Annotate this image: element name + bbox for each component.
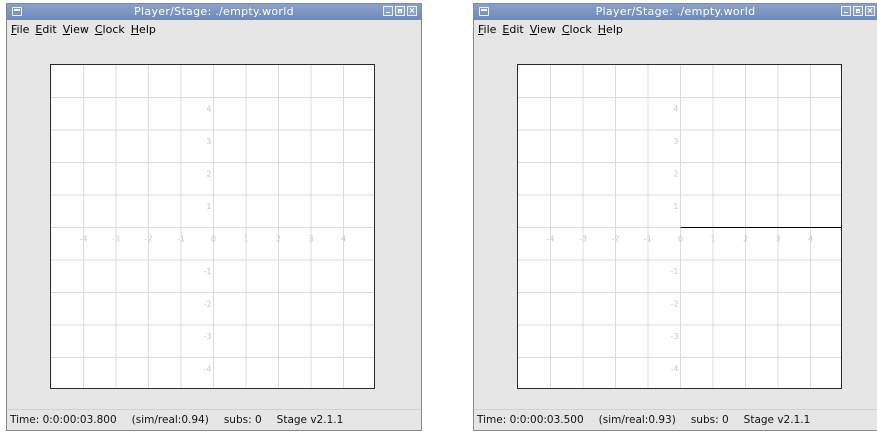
menu-help-mnemonic: H bbox=[130, 22, 140, 36]
menu-edit-label: dit bbox=[42, 22, 57, 36]
menu-edit-label: dit bbox=[509, 22, 524, 36]
title-bar[interactable]: Player/Stage: ./empty.world bbox=[7, 4, 421, 20]
y-tick-label: 2 bbox=[206, 170, 211, 179]
window-title: Player/Stage: ./empty.world bbox=[134, 5, 294, 18]
world-grid[interactable]: -4 -3 -2 -1 0 1 2 3 4 4 3 2 1 -1 -2 -3 -4 bbox=[518, 65, 842, 389]
x-tick-label: -1 bbox=[644, 235, 652, 244]
menu-bar: File Edit View Clock Help bbox=[474, 20, 877, 38]
world-canvas[interactable]: -4 -3 -2 -1 0 1 2 3 4 4 3 2 1 -1 -2 -3 -4 bbox=[50, 64, 375, 389]
status-bar: Time: 0:0:00:03.800 (sim/real:0.94) subs… bbox=[7, 409, 421, 430]
minimize-icon[interactable] bbox=[383, 6, 393, 16]
y-tick-label: -1 bbox=[204, 267, 212, 276]
x-tick-label: -3 bbox=[579, 235, 587, 244]
menu-help[interactable]: Help bbox=[131, 23, 156, 36]
status-version: Stage v2.1.1 bbox=[743, 414, 811, 426]
x-tick-label: 3 bbox=[308, 235, 313, 244]
maximize-icon[interactable] bbox=[853, 6, 863, 16]
menu-file-label: ile bbox=[16, 22, 30, 36]
x-tick-label: 3 bbox=[775, 235, 780, 244]
menu-view-mnemonic: V bbox=[529, 22, 538, 36]
x-tick-label: 1 bbox=[710, 235, 715, 244]
world-grid[interactable]: -4 -3 -2 -1 0 1 2 3 4 4 3 2 1 -1 -2 -3 -4 bbox=[51, 65, 375, 389]
menu-edit[interactable]: Edit bbox=[35, 23, 56, 36]
x-tick-label: -2 bbox=[145, 235, 153, 244]
x-tick-label: 4 bbox=[341, 235, 346, 244]
status-sim-real: (sim/real:0.93) bbox=[598, 414, 676, 426]
menu-view-label: iew bbox=[70, 22, 89, 36]
status-sim-real: (sim/real:0.94) bbox=[131, 414, 209, 426]
y-tick-label: -3 bbox=[671, 332, 679, 341]
menu-clock-label: lock bbox=[102, 22, 125, 36]
x-tick-label: -4 bbox=[547, 235, 555, 244]
x-tick-label: -1 bbox=[177, 235, 185, 244]
status-time: Time: 0:0:00:03.500 bbox=[477, 414, 584, 426]
x-tick-label: 0 bbox=[678, 235, 683, 244]
menu-help[interactable]: Help bbox=[598, 23, 623, 36]
status-subs: subs: 0 bbox=[223, 414, 262, 426]
menu-file[interactable]: File bbox=[11, 23, 29, 36]
menu-view-mnemonic: V bbox=[62, 22, 71, 36]
x-tick-label: 2 bbox=[276, 235, 281, 244]
y-tick-label: -4 bbox=[204, 365, 212, 374]
close-icon[interactable] bbox=[865, 6, 875, 16]
menu-edit[interactable]: Edit bbox=[502, 23, 523, 36]
y-tick-label: -3 bbox=[204, 332, 212, 341]
minimize-icon[interactable] bbox=[841, 6, 851, 16]
x-tick-label: -2 bbox=[612, 235, 620, 244]
menu-clock[interactable]: Clock bbox=[95, 23, 125, 36]
x-tick-label: 2 bbox=[743, 235, 748, 244]
status-subs: subs: 0 bbox=[690, 414, 729, 426]
y-tick-label: -2 bbox=[204, 300, 212, 309]
x-tick-label: -3 bbox=[112, 235, 120, 244]
menu-clock-mnemonic: C bbox=[94, 22, 103, 36]
x-tick-label: 4 bbox=[808, 235, 813, 244]
menu-view[interactable]: View bbox=[63, 23, 89, 36]
menu-clock[interactable]: Clock bbox=[562, 23, 592, 36]
stage-window-right: Player/Stage: ./empty.world File Edit Vi… bbox=[473, 3, 877, 431]
menu-help-mnemonic: H bbox=[597, 22, 607, 36]
status-version: Stage v2.1.1 bbox=[276, 414, 344, 426]
y-tick-label: 4 bbox=[673, 105, 678, 114]
status-bar: Time: 0:0:00:03.500 (sim/real:0.93) subs… bbox=[474, 409, 877, 430]
y-tick-label: 1 bbox=[673, 202, 678, 211]
menu-help-label: elp bbox=[606, 22, 623, 36]
y-tick-label: 3 bbox=[206, 137, 211, 146]
menu-help-label: elp bbox=[139, 22, 156, 36]
title-bar[interactable]: Player/Stage: ./empty.world bbox=[474, 4, 877, 20]
status-time: Time: 0:0:00:03.800 bbox=[10, 414, 117, 426]
menu-clock-mnemonic: C bbox=[561, 22, 570, 36]
stage-window-left: Player/Stage: ./empty.world File Edit Vi… bbox=[6, 3, 422, 431]
y-tick-label: 3 bbox=[673, 137, 678, 146]
y-tick-label: 2 bbox=[673, 170, 678, 179]
x-tick-label: 0 bbox=[211, 235, 216, 244]
world-canvas[interactable]: -4 -3 -2 -1 0 1 2 3 4 4 3 2 1 -1 -2 -3 -4 bbox=[517, 64, 842, 389]
y-tick-label: 4 bbox=[206, 105, 211, 114]
menu-file[interactable]: File bbox=[478, 23, 496, 36]
close-icon[interactable] bbox=[407, 6, 417, 16]
maximize-icon[interactable] bbox=[395, 6, 405, 16]
menu-clock-label: lock bbox=[569, 22, 592, 36]
y-tick-label: 1 bbox=[206, 202, 211, 211]
x-tick-label: -4 bbox=[80, 235, 88, 244]
y-tick-label: -1 bbox=[671, 267, 679, 276]
menu-bar: File Edit View Clock Help bbox=[7, 20, 421, 38]
menu-file-label: ile bbox=[483, 22, 497, 36]
y-tick-label: -4 bbox=[671, 365, 679, 374]
menu-view-label: iew bbox=[537, 22, 556, 36]
menu-view[interactable]: View bbox=[530, 23, 556, 36]
y-tick-label: -2 bbox=[671, 300, 679, 309]
x-tick-label: 1 bbox=[243, 235, 248, 244]
window-title: Player/Stage: ./empty.world bbox=[595, 5, 756, 18]
